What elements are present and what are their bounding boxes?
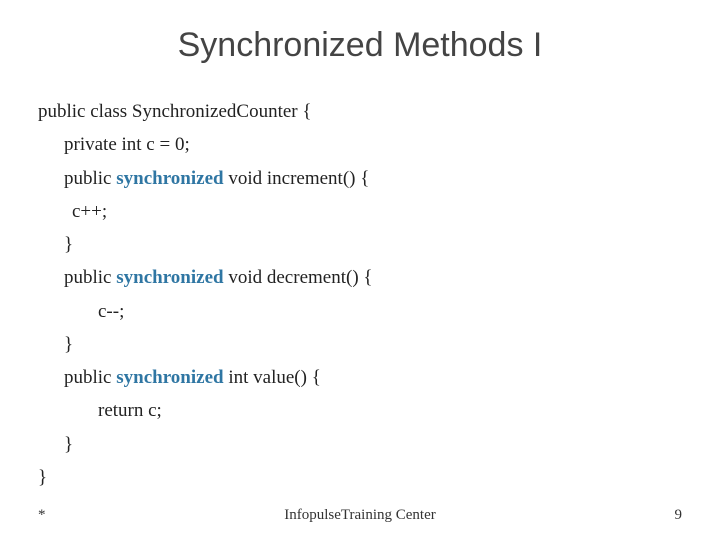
page-number: 9 xyxy=(675,507,683,524)
code-text: int value() { xyxy=(224,367,321,388)
code-text: void increment() { xyxy=(224,168,370,189)
code-line: c--; xyxy=(38,295,720,328)
code-line: public synchronized int value() { xyxy=(38,361,720,394)
keyword-synchronized: synchronized xyxy=(116,367,223,388)
code-line: } xyxy=(38,228,720,261)
code-line: public synchronized void decrement() { xyxy=(38,261,720,294)
code-line: } xyxy=(38,328,720,361)
code-text: public xyxy=(64,367,116,388)
slide: Synchronized Methods I public class Sync… xyxy=(0,0,720,540)
slide-title: Synchronized Methods I xyxy=(0,0,720,95)
keyword-synchronized: synchronized xyxy=(116,168,223,189)
code-line: return c; xyxy=(38,394,720,427)
code-text: public xyxy=(64,267,116,288)
keyword-synchronized: synchronized xyxy=(116,267,223,288)
footer-center: InfopulseTraining Center xyxy=(0,507,720,524)
code-block: public class SynchronizedCounter { priva… xyxy=(0,95,720,494)
code-line: private int c = 0; xyxy=(38,128,720,161)
code-line: public synchronized void increment() { xyxy=(38,162,720,195)
code-line: c++; xyxy=(38,195,720,228)
code-line: public class SynchronizedCounter { xyxy=(38,95,720,128)
code-text: void decrement() { xyxy=(224,267,373,288)
code-line: } xyxy=(38,461,720,494)
code-line: } xyxy=(38,428,720,461)
code-text: public xyxy=(64,168,116,189)
